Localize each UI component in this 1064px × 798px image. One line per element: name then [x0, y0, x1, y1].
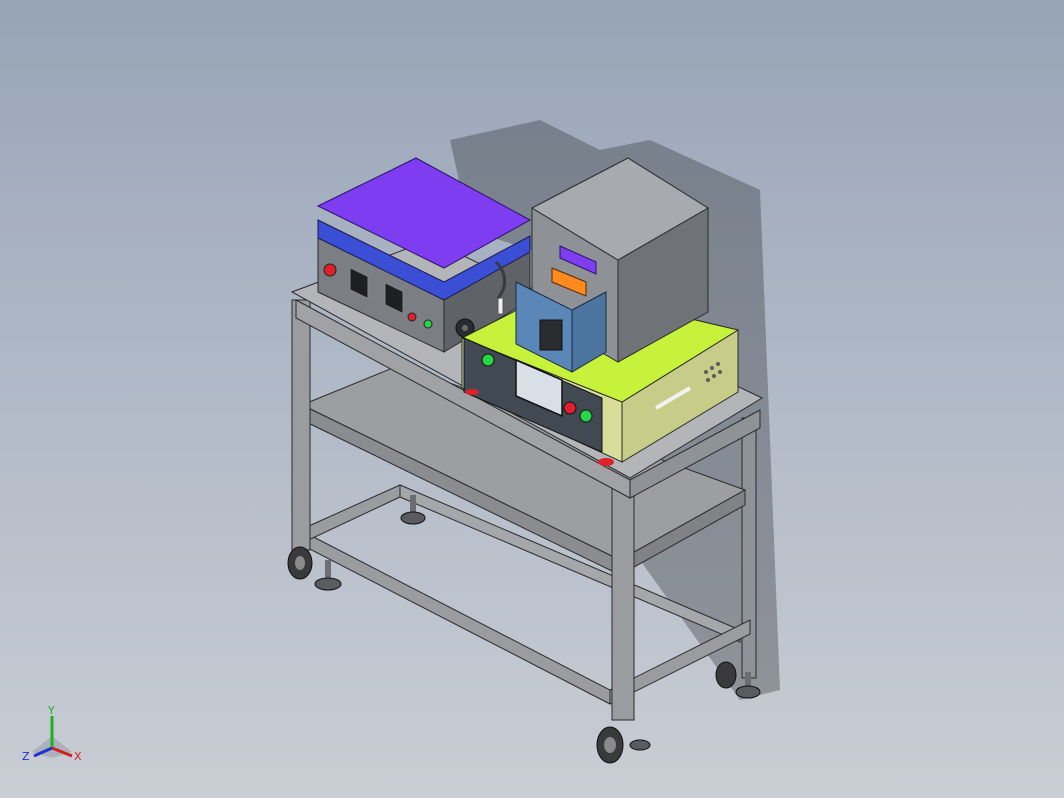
- bottom-rail-left: [299, 484, 401, 545]
- front-left-leg: [291, 299, 311, 551]
- caster-wheel-icon: [287, 546, 313, 580]
- cad-viewport[interactable]: [0, 0, 1064, 798]
- leveling-foot-icon: [314, 560, 342, 591]
- tooling-block: [539, 319, 563, 351]
- front-right-leg: [611, 479, 635, 721]
- y-axis-label: Y: [47, 704, 55, 717]
- stop-button[interactable]: [407, 312, 417, 322]
- stop-button[interactable]: [563, 401, 577, 415]
- caster-wheel-icon: [715, 661, 737, 689]
- machine-foot: [465, 389, 479, 395]
- x-axis-label: X: [74, 750, 82, 763]
- indicator-light-icon[interactable]: [481, 353, 495, 367]
- start-button[interactable]: [579, 409, 593, 423]
- orientation-triad[interactable]: Y X Z: [18, 700, 88, 770]
- machine-foot: [598, 458, 614, 466]
- leveling-foot-icon: [629, 739, 651, 751]
- start-button[interactable]: [423, 319, 433, 329]
- sensor-post: [497, 297, 504, 315]
- emergency-stop-button[interactable]: [323, 263, 337, 277]
- rear-right-leg: [741, 417, 757, 679]
- caster-wheel-icon: [596, 726, 624, 764]
- z-axis-label: Z: [22, 750, 30, 763]
